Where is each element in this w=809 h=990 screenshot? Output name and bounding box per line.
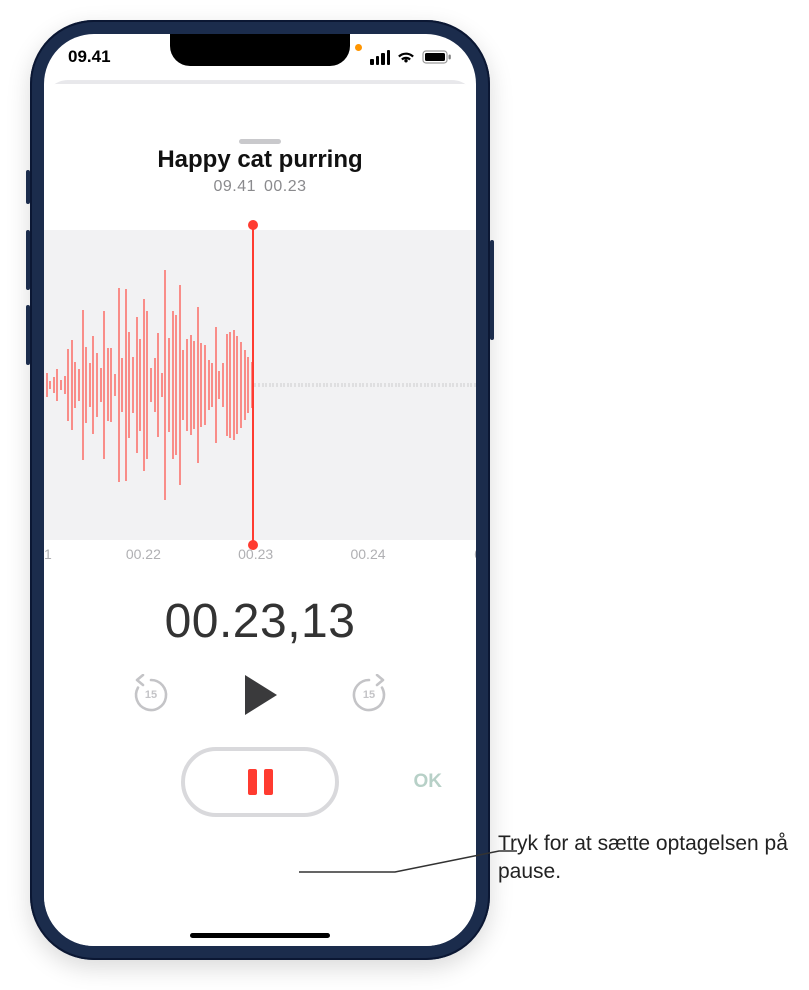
pause-icon (248, 769, 273, 795)
recording-start-time: 09.41 (213, 178, 256, 195)
home-indicator[interactable] (190, 933, 330, 938)
wifi-icon (396, 50, 416, 64)
phone-volume-down (26, 305, 30, 365)
pause-recording-button[interactable] (181, 747, 339, 817)
timeline-ticks: 21 00.22 00.23 00.24 0 (44, 546, 476, 570)
recording-title[interactable]: Happy cat purring (44, 146, 476, 174)
timeline-tick: 00.22 (126, 546, 161, 562)
cellular-icon (370, 50, 390, 65)
playhead[interactable] (252, 226, 254, 544)
timeline-tick: 00.23 (238, 546, 273, 562)
phone-frame: 09.41 Happy ca (30, 20, 490, 960)
elapsed-time: 00.23,13 (44, 594, 476, 649)
play-button[interactable] (239, 671, 281, 719)
ok-button[interactable]: OK (414, 771, 449, 793)
status-bar: 09.41 (44, 34, 476, 80)
skip-forward-15-button[interactable]: 15 (347, 673, 391, 717)
skip-back-15-button[interactable]: 15 (129, 673, 173, 717)
phone-screen: 09.41 Happy ca (44, 34, 476, 946)
transport-controls: 15 15 (44, 671, 476, 719)
phone-mute-switch (26, 170, 30, 204)
recording-subtitle: 09.41 00.23 (44, 178, 476, 196)
recording-indicator-dot (355, 44, 362, 51)
status-indicators (370, 50, 452, 65)
skip-fwd-seconds: 15 (363, 689, 375, 701)
recording-duration: 00.23 (264, 178, 307, 195)
skip-back-seconds: 15 (145, 689, 157, 701)
sheet-grabber[interactable] (239, 139, 281, 144)
phone-volume-up (26, 230, 30, 290)
status-time: 09.41 (68, 47, 111, 67)
timeline-tick: 00.24 (350, 546, 385, 562)
waveform-area[interactable] (44, 230, 476, 540)
phone-side-button (490, 240, 494, 340)
callout-leader-line (299, 848, 521, 888)
recording-sheet: Happy cat purring 09.41 00.23 21 00.22 00.2… (44, 84, 476, 946)
battery-icon (422, 50, 452, 64)
timeline-tick: 0 (474, 546, 476, 562)
callout-text: Tryk for at sætte optagelsen på pause. (498, 830, 798, 887)
timeline-tick: 21 (44, 546, 52, 562)
